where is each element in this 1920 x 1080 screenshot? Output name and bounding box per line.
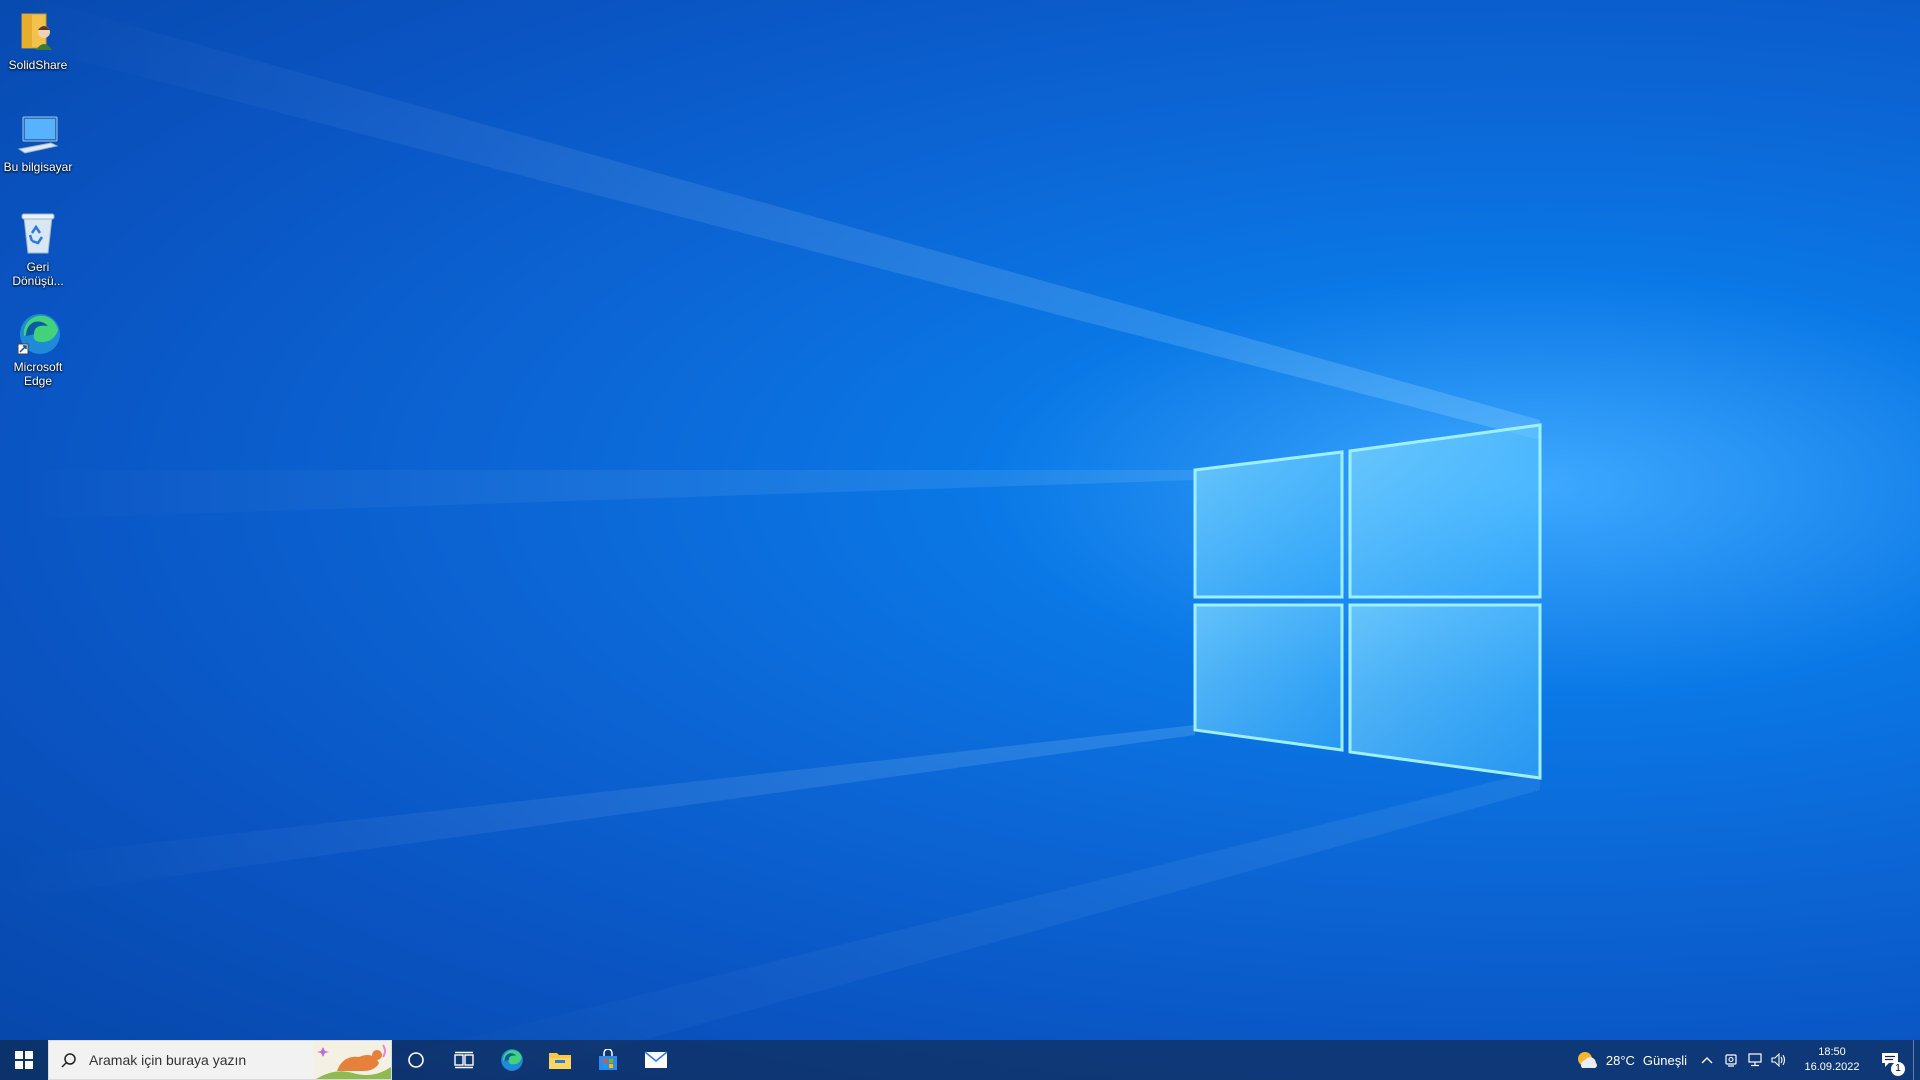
weather-temperature: 28°C <box>1605 1052 1635 1068</box>
this-pc-icon <box>14 110 62 158</box>
show-hidden-icons-button[interactable] <box>1695 1040 1719 1080</box>
partly-sunny-icon <box>1577 1052 1597 1068</box>
search-highlight-image <box>313 1041 391 1079</box>
desktop-icon-solidshare[interactable]: SolidShare <box>2 8 74 72</box>
taskbar: Aramak için buraya yazın 28°C Güneşli 18… <box>0 1040 1920 1080</box>
camera-icon <box>1725 1054 1737 1067</box>
search-icon <box>49 1052 89 1068</box>
wallpaper <box>0 0 1542 1080</box>
system-tray: 28°C Güneşli 18:50 16.09.2022 1 <box>1568 1040 1920 1080</box>
desktop-icon-edge[interactable]: Microsoft Edge <box>2 310 74 388</box>
clock-time: 18:50 <box>1818 1046 1846 1058</box>
mail-icon <box>644 1051 668 1068</box>
windows-start-icon <box>15 1051 33 1069</box>
cortana-button[interactable] <box>392 1040 440 1080</box>
clock-date: 16.09.2022 <box>1804 1061 1860 1073</box>
task-view-icon <box>454 1051 474 1069</box>
user-folder-icon <box>14 8 62 56</box>
store-icon <box>599 1049 617 1070</box>
edge-icon <box>14 310 62 358</box>
mail-button[interactable] <box>632 1040 680 1080</box>
store-button[interactable] <box>584 1040 632 1080</box>
desktop-icon-label: SolidShare <box>8 58 68 72</box>
edge-icon <box>501 1049 523 1071</box>
volume-button[interactable] <box>1767 1040 1791 1080</box>
network-button[interactable] <box>1743 1040 1767 1080</box>
task-view-button[interactable] <box>440 1040 488 1080</box>
desktop-icon-label: Bu bilgisayar <box>3 160 73 174</box>
desktop-icon-label: Geri Dönüşü... <box>12 260 64 288</box>
start-button[interactable] <box>0 1040 48 1080</box>
clock[interactable]: 18:50 16.09.2022 <box>1797 1040 1867 1080</box>
taskbar-edge-button[interactable] <box>488 1040 536 1080</box>
action-center-button[interactable]: 1 <box>1867 1040 1913 1080</box>
desktop-icon-label: Microsoft Edge <box>13 360 63 388</box>
weather-widget[interactable]: 28°C Güneşli <box>1568 1040 1695 1080</box>
chevron-up-icon <box>1701 1057 1713 1064</box>
file-explorer-icon <box>549 1053 571 1069</box>
notification-count-badge: 1 <box>1891 1062 1905 1076</box>
meet-now-button[interactable] <box>1719 1040 1743 1080</box>
recycle-bin-icon <box>14 210 62 258</box>
weather-condition: Güneşli <box>1642 1052 1687 1068</box>
search-placeholder: Aramak için buraya yazın <box>89 1052 247 1068</box>
show-desktop-button[interactable] <box>1913 1040 1920 1080</box>
desktop-icon-recycle-bin[interactable]: Geri Dönüşü... <box>2 210 74 288</box>
windows-logo <box>1193 423 1542 780</box>
network-icon <box>1748 1053 1762 1067</box>
cortana-icon <box>408 1052 424 1068</box>
file-explorer-button[interactable] <box>536 1040 584 1080</box>
speaker-icon <box>1771 1053 1786 1067</box>
desktop-icon-this-pc[interactable]: Bu bilgisayar <box>2 110 74 174</box>
search-box[interactable]: Aramak için buraya yazın <box>48 1040 392 1080</box>
